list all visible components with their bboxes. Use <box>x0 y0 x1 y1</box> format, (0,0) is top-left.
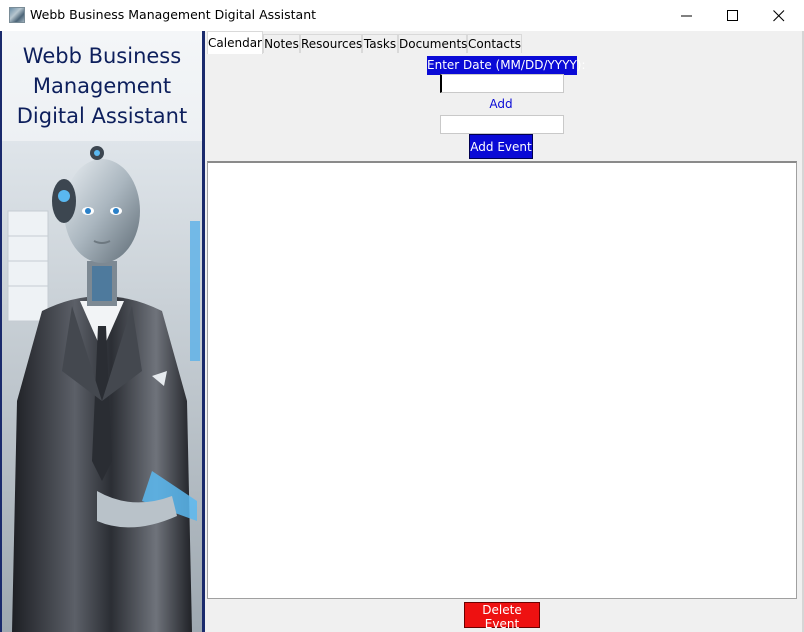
date-input[interactable] <box>440 74 564 93</box>
event-label: Add Event: <box>482 97 520 129</box>
robot-assistant-illustration <box>2 141 202 632</box>
calendar-panel: Enter Date (MM/DD/YYYY): Add Event: Add … <box>205 54 802 632</box>
minimize-button[interactable] <box>664 0 710 31</box>
minimize-icon <box>681 15 692 16</box>
banner-title-line: Management <box>32 74 172 98</box>
close-icon <box>773 9 785 21</box>
delete-event-button[interactable]: Delete Event <box>464 602 540 631</box>
tab-documents[interactable]: Documents <box>398 34 467 53</box>
branding-banner: Webb Business Management Digital Assista… <box>0 31 205 632</box>
maximize-button[interactable] <box>710 0 756 31</box>
tab-resources[interactable]: Resources <box>300 34 362 53</box>
add-event-button[interactable]: Add Event <box>469 134 533 159</box>
close-button[interactable] <box>756 0 802 31</box>
banner-title-line: Webb Business <box>22 44 182 68</box>
events-list[interactable] <box>207 161 797 599</box>
window-title: Webb Business Management Digital Assista… <box>30 7 317 22</box>
tab-tasks[interactable]: Tasks <box>362 34 398 53</box>
app-icon[interactable] <box>9 7 25 23</box>
tab-notes[interactable]: Notes <box>263 34 300 53</box>
banner-title: Webb Business Management Digital Assista… <box>2 41 202 131</box>
tab-calendar[interactable]: Calendar <box>207 31 263 54</box>
date-label: Enter Date (MM/DD/YYYY): <box>427 56 586 75</box>
tab-bar: Calendar Notes Resources Tasks Documents… <box>205 31 802 55</box>
event-input[interactable] <box>440 115 564 134</box>
title-bar: Webb Business Management Digital Assista… <box>0 0 804 31</box>
maximize-icon <box>727 9 738 21</box>
banner-title-line: Digital Assistant <box>16 104 188 128</box>
tab-contacts[interactable]: Contacts <box>467 34 522 53</box>
